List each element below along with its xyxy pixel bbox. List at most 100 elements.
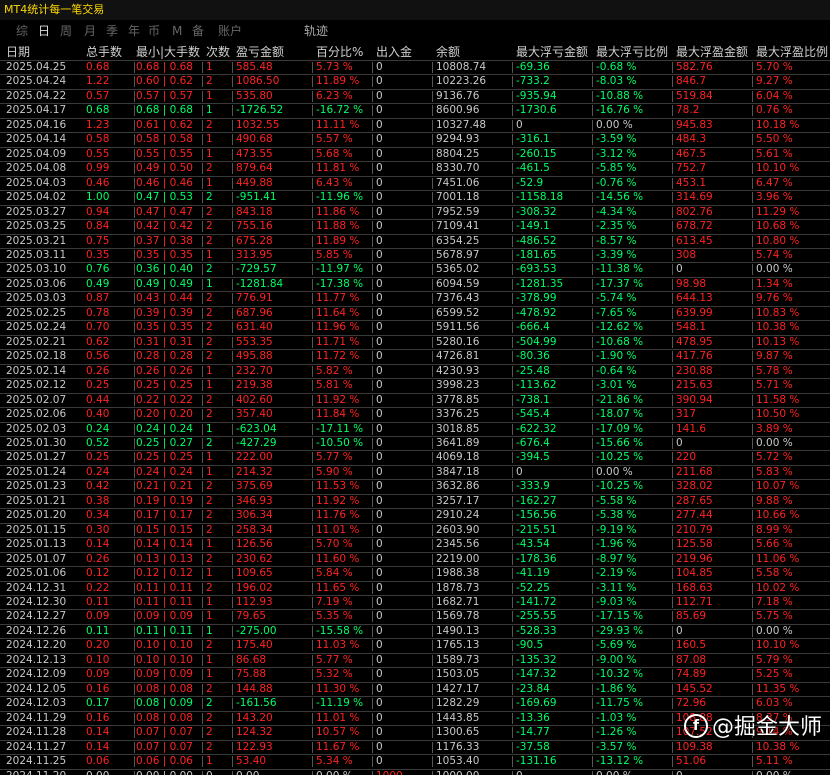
- cell-separator: [312, 221, 313, 233]
- table-row[interactable]: 2024.12.03 0.17 0.08 | 0.09 2 -161.56 -11.19 …: [0, 696, 830, 710]
- table-row[interactable]: 2025.04.16 1.23 0.61 | 0.62 2 1032.55 11.11 %…: [0, 117, 830, 132]
- column-header-2[interactable]: 最小|大手数: [136, 44, 200, 60]
- table-row[interactable]: 2025.04.08 0.99 0.49 | 0.50 2 879.64 11.81 % 0…: [0, 161, 830, 175]
- table-row[interactable]: 2025.03.03 0.87 0.43 | 0.44 2 776.91 11.77 % 0…: [0, 291, 830, 305]
- cell-separator: [202, 582, 203, 594]
- zhihu-icon: f: [683, 714, 708, 738]
- cell-separator: [432, 409, 433, 421]
- cell-3: 2: [206, 639, 213, 652]
- column-header-1[interactable]: 总手数: [86, 44, 122, 60]
- table-row[interactable]: 2025.01.06 0.12 0.12 | 0.12 1 109.65 5.84 % 0 1…: [0, 566, 830, 580]
- table-row[interactable]: 2025.02.14 0.26 0.26 | 0.26 1 232.70 5.82 % 0 4…: [0, 363, 830, 378]
- table-row[interactable]: 2025.02.24 0.70 0.35 | 0.35 2 631.40 11.96 % 0…: [0, 320, 830, 334]
- cell-6: 0: [376, 205, 383, 218]
- cell-2: 0.13 | 0.13: [136, 552, 193, 565]
- table-row[interactable]: 2025.01.20 0.34 0.17 | 0.17 2 306.34 11.76 % 0…: [0, 508, 830, 522]
- cell-separator: [202, 683, 203, 695]
- table-row[interactable]: 2024.12.05 0.16 0.08 | 0.08 2 144.88 11.30 % 0…: [0, 681, 830, 696]
- table-row[interactable]: 2025.03.25 0.84 0.42 | 0.42 2 755.16 11.88 % 0…: [0, 219, 830, 233]
- column-header-4[interactable]: 盈亏金额: [236, 44, 284, 60]
- table-row[interactable]: 2025.04.14 0.58 0.58 | 0.58 1 490.68 5.57 % 0 9…: [0, 132, 830, 146]
- cell-1: 0.46: [86, 176, 110, 189]
- cell-separator: [432, 380, 433, 392]
- table-row[interactable]: 2025.01.30 0.52 0.25 | 0.27 2 -427.29 -10.50 …: [0, 435, 830, 450]
- tab-9[interactable]: 账户: [218, 24, 242, 39]
- cell-6: 0: [376, 596, 383, 609]
- column-header-7[interactable]: 余额: [436, 44, 460, 60]
- cell-separator: [512, 307, 513, 319]
- cell-9: -5.58 %: [596, 494, 637, 507]
- cell-5: 11.11 %: [316, 118, 360, 131]
- tab-8[interactable]: 备: [192, 24, 204, 39]
- cell-6: 0: [376, 653, 383, 666]
- cell-3: 2: [206, 321, 213, 334]
- cell-separator: [312, 466, 313, 478]
- cell-7: 4230.93: [436, 364, 480, 377]
- table-row[interactable]: 2025.04.02 1.00 0.47 | 0.53 2 -951.41 -11.96 …: [0, 190, 830, 204]
- cell-separator: [312, 654, 313, 666]
- cell-9: -4.34 %: [596, 205, 637, 218]
- table-row[interactable]: 2024.12.30 0.11 0.11 | 0.11 1 112.93 7.19 % 0 1…: [0, 595, 830, 609]
- column-header-9[interactable]: 最大浮亏比例: [596, 44, 668, 60]
- cell-2: 0.68 | 0.68: [136, 61, 193, 73]
- table-row[interactable]: 2024.11.200.000.00 | 0.0000.000.00 %1000…: [0, 768, 830, 775]
- table-row[interactable]: 2025.03.21 0.75 0.37 | 0.38 2 675.28 11.89 % 0…: [0, 233, 830, 248]
- table-row[interactable]: 2024.12.20 0.20 0.10 | 0.10 2 175.40 11.03 % 0…: [0, 638, 830, 652]
- tab-10[interactable]: 轨迹: [304, 24, 328, 39]
- tab-7[interactable]: M: [172, 24, 182, 39]
- table-row[interactable]: 2025.01.27 0.25 0.25 | 0.25 1 222.00 5.77 % 0 4…: [0, 450, 830, 464]
- table-row[interactable]: 2025.01.13 0.14 0.14 | 0.14 1 126.56 5.70 % 0 2…: [0, 537, 830, 551]
- table-row[interactable]: 2025.01.15 0.30 0.15 | 0.15 2 258.34 11.01 % 0…: [0, 522, 830, 537]
- table-row[interactable]: 2025.02.03 0.24 0.24 | 0.24 1 -623.04 -17.11 …: [0, 421, 830, 436]
- table-row[interactable]: 2025.01.23 0.42 0.21 | 0.21 2 375.69 11.53 % 0…: [0, 479, 830, 493]
- table-row[interactable]: 2025.02.18 0.56 0.28 | 0.28 2 495.88 11.72 % 0…: [0, 349, 830, 363]
- table-row[interactable]: 2025.04.24 1.22 0.60 | 0.62 2 1086.50 11.89 %…: [0, 74, 830, 88]
- table-row[interactable]: 2025.04.25 0.68 0.68 | 0.68 1 585.48 5.73 % 0 1…: [0, 60, 830, 74]
- table-row[interactable]: 2025.03.11 0.35 0.35 | 0.35 1 313.95 5.85 % 0 5…: [0, 247, 830, 262]
- table-row[interactable]: 2025.03.10 0.76 0.36 | 0.40 2 -729.57 -11.97 …: [0, 262, 830, 276]
- column-header-8[interactable]: 最大浮亏金额: [516, 44, 588, 60]
- table-row[interactable]: 2025.01.24 0.24 0.24 | 0.24 1 214.32 5.90 % 0 3…: [0, 464, 830, 479]
- cell-separator: [134, 452, 135, 464]
- table-row[interactable]: 2025.02.07 0.44 0.22 | 0.22 2 402.60 11.92 % 0…: [0, 392, 830, 407]
- table-row[interactable]: 2025.02.06 0.40 0.20 | 0.20 2 357.40 11.84 % 0…: [0, 407, 830, 421]
- table-row[interactable]: 2025.04.17 0.68 0.68 | 0.68 1 -1726.52 -16.72…: [0, 103, 830, 117]
- column-header-10[interactable]: 最大浮盈金额: [676, 44, 748, 60]
- tab-1[interactable]: 日: [38, 24, 50, 39]
- tab-6[interactable]: 币: [148, 24, 160, 39]
- cell-separator: [312, 423, 313, 435]
- table-row[interactable]: 2025.02.21 0.62 0.31 | 0.31 2 553.35 11.71 % 0…: [0, 334, 830, 349]
- table-row[interactable]: 2024.11.25 0.06 0.06 | 0.06 1 53.40 5.34 % 0 10…: [0, 754, 830, 768]
- table-row[interactable]: 2024.12.13 0.10 0.10 | 0.10 1 86.68 5.77 % 0 15…: [0, 652, 830, 667]
- tab-4[interactable]: 季: [106, 24, 118, 39]
- table-row[interactable]: 2025.04.09 0.55 0.55 | 0.55 1 473.55 5.68 % 0 8…: [0, 146, 830, 161]
- cell-1: 0.24: [86, 465, 110, 478]
- table-row[interactable]: 2024.12.26 0.11 0.11 | 0.11 1 -275.00 -15.58 …: [0, 623, 830, 638]
- table-row[interactable]: 2025.04.03 0.46 0.46 | 0.46 1 449.88 6.43 % 0 7…: [0, 175, 830, 190]
- cell-8: -333.9: [516, 480, 550, 493]
- table-row[interactable]: 2025.02.25 0.78 0.39 | 0.39 2 687.96 11.64 % 0…: [0, 305, 830, 320]
- column-header-5[interactable]: 百分比%: [316, 44, 363, 60]
- tab-3[interactable]: 月: [84, 24, 96, 39]
- table-row[interactable]: 2025.01.21 0.38 0.19 | 0.19 2 346.93 11.92 % 0…: [0, 493, 830, 508]
- cell-11: 5.58 %: [756, 567, 793, 580]
- tab-2[interactable]: 周: [60, 24, 72, 39]
- table-row[interactable]: 2025.01.07 0.26 0.13 | 0.13 2 230.62 11.60 % 0…: [0, 551, 830, 566]
- table-row[interactable]: 2024.12.27 0.09 0.09 | 0.09 1 79.65 5.35 % 0 15…: [0, 609, 830, 623]
- table-row[interactable]: 2025.04.22 0.57 0.57 | 0.57 1 535.80 6.23 % 0 9…: [0, 88, 830, 103]
- cell-3: 1: [206, 277, 213, 290]
- column-header-0[interactable]: 日期: [6, 44, 30, 60]
- column-header-3[interactable]: 次数: [206, 44, 230, 60]
- table-row[interactable]: 2025.03.27 0.94 0.47 | 0.47 2 843.18 11.86 % 0…: [0, 204, 830, 219]
- table-row[interactable]: 2024.12.09 0.09 0.09 | 0.09 1 75.88 5.32 % 0 15…: [0, 667, 830, 681]
- table-row[interactable]: 2024.12.31 0.22 0.11 | 0.11 2 196.02 11.65 % 0…: [0, 580, 830, 595]
- cell-11: 3.96 %: [756, 191, 793, 204]
- table-row[interactable]: 2025.02.12 0.25 0.25 | 0.25 1 219.38 5.81 % 0 3…: [0, 378, 830, 392]
- cell-0: 2025.04.16: [6, 118, 67, 131]
- column-header-11[interactable]: 最大浮盈比例: [756, 44, 828, 60]
- cell-separator: [312, 249, 313, 261]
- table-row[interactable]: 2025.03.06 0.49 0.49 | 0.49 1 -1281.84 -17.38…: [0, 276, 830, 291]
- tab-5[interactable]: 年: [128, 24, 140, 39]
- tab-0[interactable]: 综: [16, 24, 28, 39]
- column-header-6[interactable]: 出入金: [376, 44, 412, 60]
